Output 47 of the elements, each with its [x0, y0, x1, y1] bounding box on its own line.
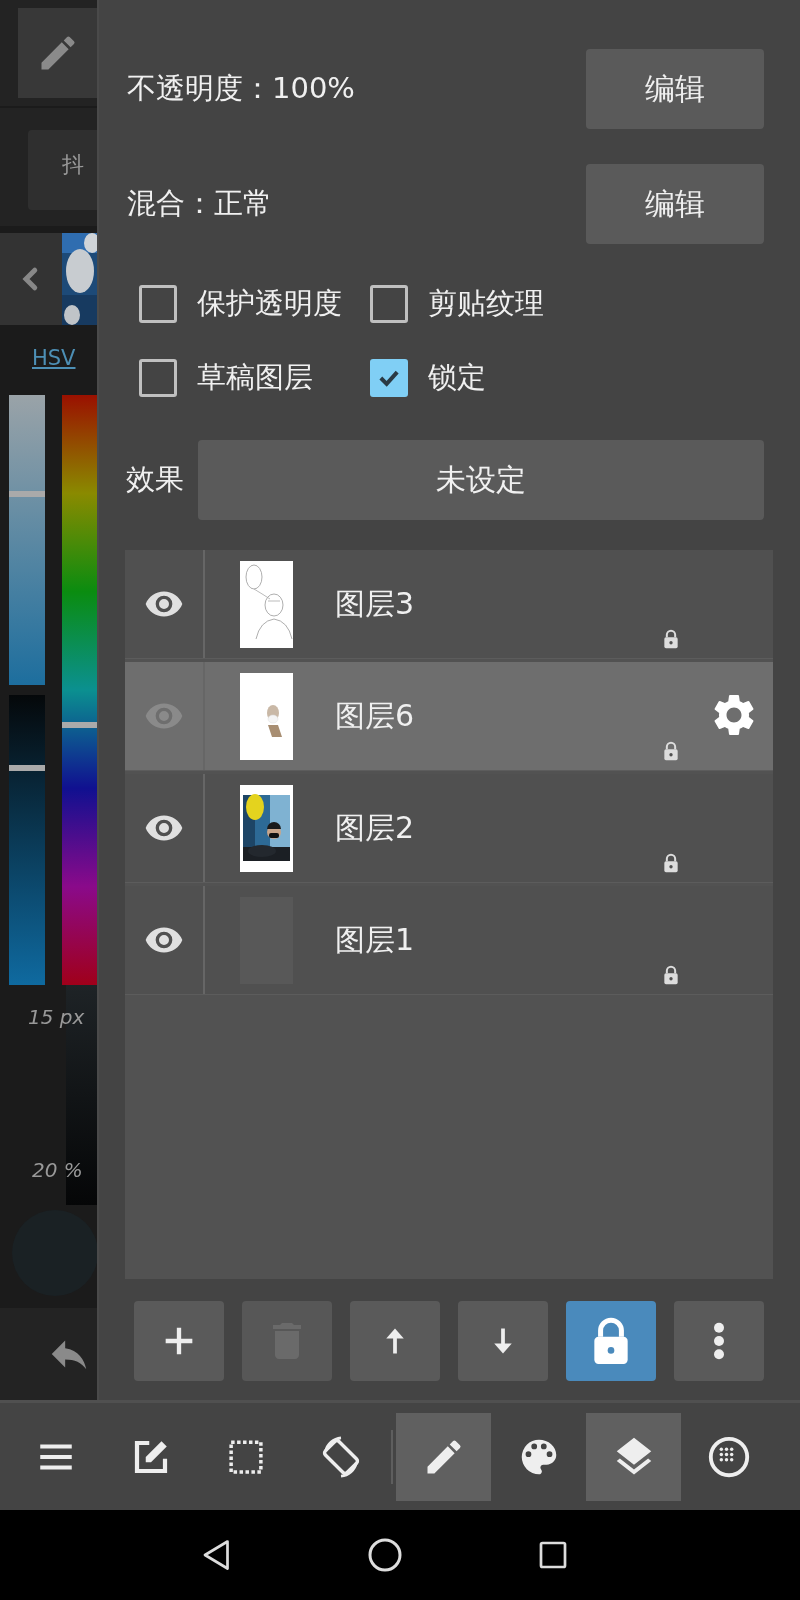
slider-thumb[interactable]: [9, 764, 45, 771]
lock-icon: [661, 740, 681, 762]
layers-tool-button[interactable]: [586, 1412, 681, 1501]
slider-thumb[interactable]: [62, 722, 97, 729]
checkbox-label: 锁定: [428, 359, 486, 396]
layer-row[interactable]: 图层3: [125, 550, 773, 659]
lock-icon: [661, 628, 681, 650]
color-slider[interactable]: [9, 395, 45, 685]
lock-icon: [661, 852, 681, 874]
pen-tool-button[interactable]: [396, 1412, 491, 1501]
color-slider[interactable]: [9, 695, 45, 985]
checkbox-label: 保护透明度: [197, 285, 342, 322]
opacity-label: 不透明度：100%: [127, 70, 355, 107]
color-mode-link[interactable]: HSV: [32, 346, 76, 370]
edit-button[interactable]: 编辑: [586, 49, 764, 129]
add-layer-button[interactable]: [134, 1301, 224, 1381]
layer-name: 图层6: [335, 696, 415, 735]
up-layer-button[interactable]: [350, 1301, 440, 1381]
layer-name: 图层1: [335, 920, 415, 959]
checkbox-label: 剪贴纹理: [428, 285, 544, 322]
checkbox[interactable]: [370, 285, 408, 323]
slider-thumb[interactable]: [9, 490, 45, 497]
undo-button[interactable]: [0, 1308, 97, 1400]
down-layer-button[interactable]: [458, 1301, 548, 1381]
layer-row[interactable]: 图层1: [125, 886, 773, 995]
dither-button[interactable]: 抖: [28, 130, 97, 210]
checkbox[interactable]: [139, 285, 177, 323]
checkbox[interactable]: [370, 359, 408, 397]
checkbox[interactable]: [139, 359, 177, 397]
layer-row[interactable]: 图层2: [125, 774, 773, 883]
checkbox-label: 草稿图层: [197, 359, 313, 396]
layer-name: 图层2: [335, 808, 415, 847]
effect-label: 效果: [126, 461, 184, 498]
color-slider[interactable]: [62, 395, 97, 985]
edit-button[interactable]: 编辑: [586, 164, 764, 244]
brush-size-label: 15 px: [28, 1005, 85, 1029]
layer-row[interactable]: 图层6: [125, 662, 773, 771]
effect-button[interactable]: 未设定: [198, 440, 764, 520]
more-layer-button[interactable]: [674, 1301, 764, 1381]
lock-icon: [661, 964, 681, 986]
lock-layer-button[interactable]: [566, 1301, 656, 1381]
blend-mode-label: 混合：正常: [127, 185, 272, 222]
pen-tool-button[interactable]: [18, 8, 97, 98]
layer-name: 图层3: [335, 584, 415, 623]
more-icon: [711, 1321, 727, 1361]
brush-opacity-label: 20 %: [32, 1158, 83, 1182]
collapse-button[interactable]: [0, 233, 62, 325]
